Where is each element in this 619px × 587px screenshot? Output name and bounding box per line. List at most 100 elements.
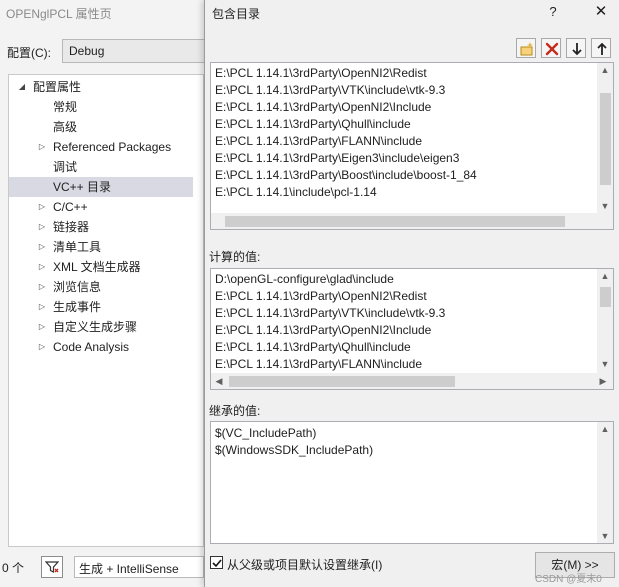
list-item[interactable]: E:\PCL 1.14.1\3rdParty\VTK\include\vtk-9…	[215, 82, 445, 99]
scroll-thumb[interactable]	[225, 216, 565, 227]
checkmark-icon	[212, 559, 222, 568]
scroll-right-icon[interactable]: ▶	[595, 374, 611, 388]
list-item[interactable]: E:\PCL 1.14.1\3rdParty\OpenNI2\Include	[215, 99, 431, 116]
tree-item[interactable]: ▷ XML 文档生成器	[9, 257, 193, 277]
list-item[interactable]: E:\PCL 1.14.1\3rdParty\FLANN\include	[215, 133, 422, 150]
expand-arrow-icon[interactable]: ▷	[37, 237, 47, 257]
list-item[interactable]: E:\PCL 1.14.1\3rdParty\Qhull\include	[215, 116, 411, 133]
expand-arrow-icon[interactable]: ▷	[37, 217, 47, 237]
tree-item-label: 浏览信息	[53, 280, 102, 294]
tree-item-label: 常规	[53, 100, 78, 114]
list-item: E:\PCL 1.14.1\3rdParty\FLANN\include	[215, 357, 422, 371]
tree-item[interactable]: ▷ 链接器	[9, 217, 193, 237]
inherited-label: 继承的值:	[209, 404, 261, 418]
delete-icon	[545, 42, 559, 56]
build-filter-dropdown[interactable]: 生成 + IntelliSense	[74, 556, 204, 578]
filter-icon	[45, 561, 59, 573]
config-label: 配置(C):	[7, 46, 51, 60]
tree-item[interactable]: ▷ 自定义生成步骤	[9, 317, 193, 337]
move-up-icon	[597, 42, 607, 55]
tree-item[interactable]: 常规	[9, 97, 193, 117]
new-line-button[interactable]	[516, 38, 536, 58]
evaluated-horizontal-scrollbar[interactable]: ◀ ▶	[211, 373, 613, 389]
evaluated-vertical-scrollbar[interactable]: ▲ ▼	[597, 269, 613, 373]
filter-button[interactable]	[41, 556, 63, 578]
tree-item-label: 生成事件	[53, 300, 102, 314]
inherit-checkbox[interactable]	[210, 556, 223, 569]
tree-item-label: 高级	[53, 120, 78, 134]
tree-item-label: 链接器	[53, 220, 90, 234]
tree-item[interactable]: ▷ 清单工具	[9, 237, 193, 257]
list-item[interactable]: E:\PCL 1.14.1\include\pcl-1.14	[215, 184, 377, 201]
tree-root-label: 配置属性	[33, 80, 82, 94]
scroll-up-icon[interactable]: ▲	[597, 422, 613, 436]
evaluated-values-list: D:\openGL-configure\glad\include E:\PCL 1…	[210, 268, 614, 390]
inherit-checkbox-label[interactable]: 从父级或项目默认设置继承(I)	[227, 556, 382, 573]
tree-root-config-properties[interactable]: ◢ 配置属性	[9, 77, 193, 97]
include-directories-dialog: 包含目录 ? ✕ E:\PCL 1.14.1\3rdParty\OpenNI2\…	[204, 0, 619, 587]
tree-item[interactable]: ▷ 浏览信息	[9, 277, 193, 297]
watermark: CSDN @夏末0	[535, 574, 602, 585]
tree-item-label: Referenced Packages	[53, 140, 172, 154]
dialog-title: 包含目录	[212, 7, 261, 21]
expand-arrow-icon[interactable]: ▷	[37, 337, 47, 357]
tree-item[interactable]: ▷ C/C++	[9, 197, 193, 217]
close-button[interactable]: ✕	[591, 2, 611, 22]
tree-item[interactable]: ▷ Referenced Packages	[9, 137, 193, 157]
expand-arrow-icon[interactable]: ▷	[37, 297, 47, 317]
list-item: E:\PCL 1.14.1\3rdParty\OpenNI2\Include	[215, 323, 432, 337]
tree-item[interactable]: ▷ 生成事件	[9, 297, 193, 317]
list-item[interactable]: E:\PCL 1.14.1\3rdParty\Eigen3\include\ei…	[215, 150, 459, 167]
scroll-down-icon[interactable]: ▼	[597, 529, 613, 543]
inherited-vertical-scrollbar[interactable]: ▲ ▼	[597, 422, 613, 543]
list-item: $(VC_IncludePath)	[215, 426, 317, 440]
tree-item-label: VC++ 目录	[53, 180, 112, 194]
tree-item-label: 调试	[53, 160, 78, 174]
list-item: E:\PCL 1.14.1\3rdParty\Qhull\include	[215, 340, 411, 354]
list-item: E:\PCL 1.14.1\3rdParty\VTK\include\vtk-9…	[215, 306, 446, 320]
expand-arrow-icon[interactable]: ▷	[37, 137, 47, 157]
tree-item[interactable]: ▷ Code Analysis	[9, 337, 193, 357]
tree-item[interactable]: 高级	[9, 117, 193, 137]
scroll-thumb[interactable]	[600, 93, 611, 185]
expand-arrow-icon[interactable]: ▷	[37, 277, 47, 297]
delete-line-button[interactable]	[541, 38, 561, 58]
property-tree: ◢ 配置属性 常规高级 ▷ Referenced Packages 调试 VC++ 目录…	[8, 74, 204, 547]
list-item[interactable]: E:\PCL 1.14.1\3rdParty\OpenNI2\Redist	[215, 65, 427, 82]
entries-horizontal-scrollbar[interactable]	[211, 213, 598, 229]
scroll-up-icon[interactable]: ▲	[597, 63, 613, 77]
expand-arrow-icon[interactable]: ▷	[37, 257, 47, 277]
window-title: OPENglPCL 属性页	[6, 7, 112, 21]
evaluated-label: 计算的值:	[209, 250, 261, 264]
list-item: E:\PCL 1.14.1\3rdParty\OpenNI2\Redist	[215, 289, 427, 303]
tree-item[interactable]: VC++ 目录	[9, 177, 193, 197]
tree-item-label: Code Analysis	[53, 340, 130, 354]
scroll-down-icon[interactable]: ▼	[597, 357, 613, 371]
move-down-icon	[572, 43, 582, 56]
error-list-bar: 0 个 生成 + IntelliSense	[0, 553, 206, 583]
entries-vertical-scrollbar[interactable]: ▲ ▼	[597, 63, 613, 229]
scroll-down-icon[interactable]: ▼	[597, 199, 613, 213]
scroll-thumb[interactable]	[229, 376, 455, 387]
move-down-button[interactable]	[566, 38, 586, 58]
scroll-thumb[interactable]	[600, 287, 611, 307]
scroll-up-icon[interactable]: ▲	[597, 269, 613, 283]
help-button[interactable]: ?	[543, 2, 563, 22]
config-dropdown[interactable]: Debug	[62, 39, 212, 63]
move-up-button[interactable]	[591, 38, 611, 58]
tree-item-label: 清单工具	[53, 240, 102, 254]
list-item: $(WindowsSDK_IncludePath)	[215, 443, 374, 457]
new-line-icon	[520, 42, 533, 56]
list-item: D:\openGL-configure\glad\include	[215, 272, 394, 286]
expanded-arrow-icon: ◢	[18, 82, 26, 91]
scroll-left-icon[interactable]: ◀	[211, 374, 227, 388]
list-item[interactable]: E:\PCL 1.14.1\3rdParty\Boost\include\boo…	[215, 167, 477, 184]
tree-item-label: C/C++	[53, 200, 88, 214]
expand-arrow-icon[interactable]: ▷	[37, 317, 47, 337]
tree-item-label: XML 文档生成器	[53, 260, 141, 274]
tree-item[interactable]: 调试	[9, 157, 193, 177]
include-directories-list[interactable]: E:\PCL 1.14.1\3rdParty\OpenNI2\Redist E:\…	[210, 62, 614, 230]
expand-arrow-icon[interactable]: ▷	[37, 197, 47, 217]
inherited-values-list: $(VC_IncludePath) $(WindowsSDK_IncludePat…	[210, 421, 614, 544]
tree-item-label: 自定义生成步骤	[53, 320, 138, 334]
